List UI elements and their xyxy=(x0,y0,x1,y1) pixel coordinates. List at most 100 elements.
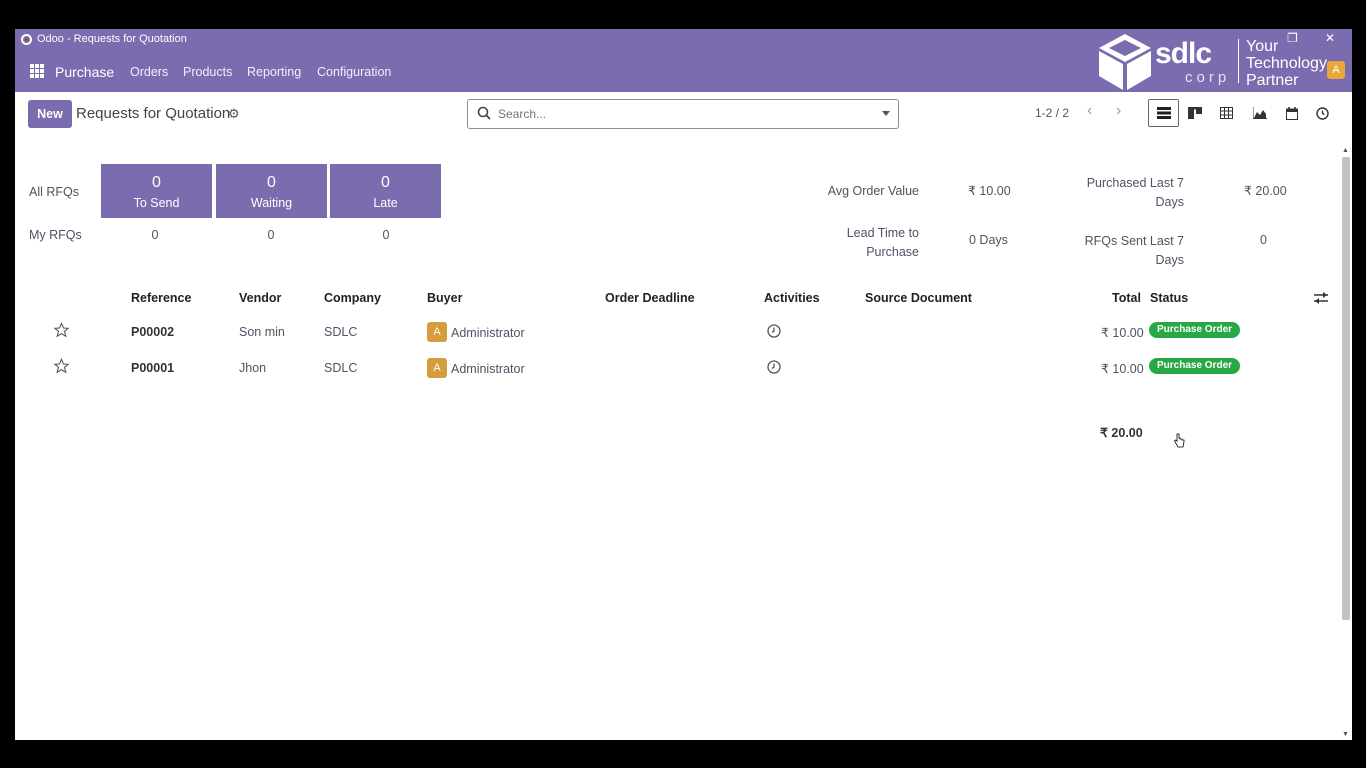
app-brand[interactable]: Purchase xyxy=(55,64,114,80)
tile-to-send[interactable]: 0 To Send xyxy=(101,164,212,218)
purchased-last-7-label: Purchased Last 7 Days xyxy=(1065,174,1184,212)
menu-products[interactable]: Products xyxy=(183,65,232,79)
kpi-label-line: Purchased Last 7 xyxy=(1086,176,1184,190)
column-vendor[interactable]: Vendor xyxy=(239,291,281,305)
activity-clock-icon[interactable] xyxy=(767,360,781,374)
cube-logo-icon xyxy=(1099,34,1151,90)
menu-orders[interactable]: Orders xyxy=(130,65,168,79)
pivot-view-button[interactable] xyxy=(1211,99,1242,127)
tagline-line-1: Your xyxy=(1246,38,1279,55)
optional-columns-icon[interactable] xyxy=(1314,291,1328,305)
activity-view-button[interactable] xyxy=(1307,99,1338,127)
tile-label: Waiting xyxy=(250,196,293,210)
buyer-avatar: A xyxy=(427,358,447,378)
lead-time-value: 0 Days xyxy=(969,233,1008,247)
vertical-scrollbar[interactable]: ▲ ▼ xyxy=(1340,147,1351,740)
scroll-thumb[interactable] xyxy=(1342,157,1350,620)
new-button[interactable]: New xyxy=(28,100,72,128)
kpi-label-line: Purchase xyxy=(866,245,919,259)
kpi-label-line: Lead Time to xyxy=(846,226,919,240)
tagline-line-3: Partner xyxy=(1246,72,1299,89)
breadcrumb: Requests for Quotation xyxy=(76,105,231,122)
tile-late[interactable]: 0 Late xyxy=(330,164,441,218)
row-vendor: Son min xyxy=(239,325,285,339)
calendar-view-button[interactable] xyxy=(1276,99,1307,127)
row-total: ₹ 10.00 xyxy=(1101,326,1144,340)
tile-count: 0 xyxy=(267,174,276,191)
avg-order-value-label: Avg Order Value xyxy=(827,184,919,198)
calendar-view-icon xyxy=(1285,106,1298,120)
apps-grid-icon[interactable] xyxy=(30,64,44,78)
list-view-icon xyxy=(1156,107,1171,119)
grand-total: ₹ 20.00 xyxy=(1100,426,1143,440)
row-company: SDLC xyxy=(324,325,358,339)
search-options-toggle[interactable] xyxy=(882,111,890,116)
watermark-divider xyxy=(1238,39,1239,83)
pager-value[interactable]: 1-2 / 2 xyxy=(1035,106,1069,120)
all-rfqs-label: All RFQs xyxy=(29,185,79,199)
hand-cursor-icon xyxy=(1173,433,1185,448)
column-reference[interactable]: Reference xyxy=(131,291,191,305)
scroll-down-icon[interactable]: ▼ xyxy=(1342,731,1349,738)
column-activities[interactable]: Activities xyxy=(764,291,820,305)
sdlc-watermark: sdlc corp Your Technology Partner A xyxy=(1097,29,1352,92)
column-company[interactable]: Company xyxy=(324,291,381,305)
gear-icon[interactable]: ⚙ xyxy=(228,106,240,122)
browser-window: Odoo - Requests for Quotation ❐ ✕ Purcha… xyxy=(15,29,1352,740)
row-total: ₹ 10.00 xyxy=(1101,362,1144,376)
my-rfqs-label: My RFQs xyxy=(29,228,82,242)
my-to-send-value[interactable]: 0 xyxy=(140,228,170,242)
row-buyer: Administrator xyxy=(451,362,525,376)
watermark-logo-text: sdlc xyxy=(1155,37,1212,70)
star-icon[interactable] xyxy=(53,358,70,374)
menu-configuration[interactable]: Configuration xyxy=(317,65,391,79)
graph-view-button[interactable] xyxy=(1244,99,1275,127)
row-company: SDLC xyxy=(324,361,358,375)
avg-order-value: ₹ 10.00 xyxy=(968,184,1011,198)
row-reference: P00001 xyxy=(131,361,175,375)
pager-previous-icon[interactable]: ‹ xyxy=(1087,102,1092,120)
row-buyer: Administrator xyxy=(451,326,525,340)
graph-view-icon xyxy=(1252,107,1267,119)
control-panel: New Requests for Quotation ⚙ 1-2 / 2 ‹ › xyxy=(15,92,1352,136)
window-title: Odoo - Requests for Quotation xyxy=(37,33,187,45)
watermark-tagline: Your Technology Partner xyxy=(1246,38,1327,89)
star-icon[interactable] xyxy=(53,322,70,338)
tagline-line-2: Technology xyxy=(1246,55,1327,72)
rfqs-sent-value: 0 xyxy=(1260,233,1267,247)
lead-time-label: Lead Time to Purchase xyxy=(795,224,919,262)
tile-waiting[interactable]: 0 Waiting xyxy=(216,164,327,218)
row-vendor: Jhon xyxy=(239,361,267,375)
column-buyer[interactable]: Buyer xyxy=(427,291,462,305)
purchased-last-7-value: ₹ 20.00 xyxy=(1244,184,1287,198)
my-waiting-value[interactable]: 0 xyxy=(256,228,286,242)
column-order-deadline[interactable]: Order Deadline xyxy=(605,291,695,305)
kanban-view-icon xyxy=(1187,107,1202,119)
my-late-value[interactable]: 0 xyxy=(371,228,401,242)
column-status[interactable]: Status xyxy=(1150,291,1188,305)
search-input[interactable] xyxy=(498,105,868,123)
tile-label: To Send xyxy=(133,196,180,210)
tile-label: Late xyxy=(373,196,398,210)
main-content: All RFQs My RFQs 0 To Send 0 Waiting 0 L… xyxy=(15,136,1352,740)
row-reference: P00002 xyxy=(131,325,175,339)
kpi-label-line: Days xyxy=(1155,195,1184,209)
status-badge: Purchase Order xyxy=(1149,322,1241,338)
tile-count: 0 xyxy=(152,174,161,191)
column-source-document[interactable]: Source Document xyxy=(865,291,972,305)
pager-next-icon[interactable]: › xyxy=(1116,102,1121,120)
kanban-view-button[interactable] xyxy=(1179,99,1210,127)
activity-clock-icon[interactable] xyxy=(767,324,781,338)
watermark-sub-text: corp xyxy=(1185,69,1231,86)
tile-count: 0 xyxy=(381,174,390,191)
search-bar[interactable] xyxy=(467,99,899,129)
scroll-up-icon[interactable]: ▲ xyxy=(1342,147,1349,154)
list-view-button[interactable] xyxy=(1148,99,1179,127)
buyer-avatar: A xyxy=(427,322,447,342)
column-total[interactable]: Total xyxy=(1112,291,1141,305)
user-avatar[interactable]: A xyxy=(1327,61,1345,79)
status-badge: Purchase Order xyxy=(1149,358,1241,374)
menu-reporting[interactable]: Reporting xyxy=(247,65,301,79)
odoo-logo-icon xyxy=(21,34,32,45)
search-icon xyxy=(477,106,491,120)
